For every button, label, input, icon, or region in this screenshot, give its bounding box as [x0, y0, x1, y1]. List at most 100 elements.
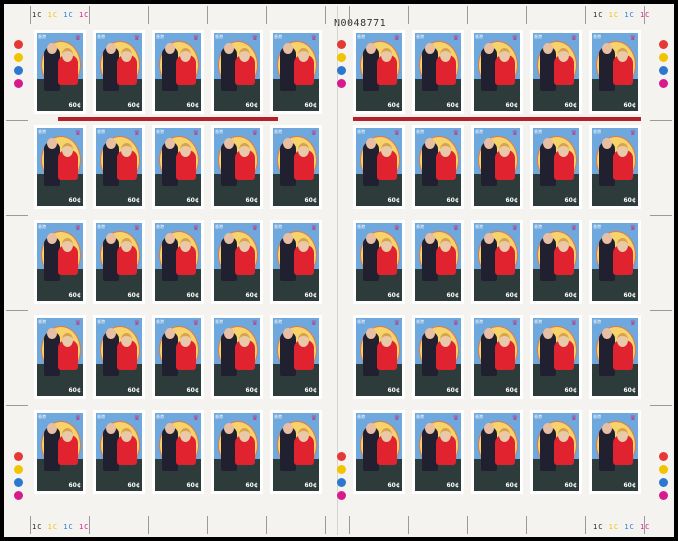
stamp-denomination: 60¢: [304, 102, 317, 109]
stamp-design: 香港 ♛ 60¢: [356, 413, 402, 491]
stamp-country-text: 香港: [38, 224, 46, 229]
perforation-guide-right: [650, 215, 672, 216]
woman-head: [298, 333, 309, 347]
perforation-guide-bottom: [585, 516, 586, 534]
stamp: 香港 ♛ 60¢: [530, 315, 582, 399]
stamp-country-text: 香港: [534, 34, 542, 39]
stamp-denomination: 60¢: [505, 292, 518, 299]
man-head: [165, 233, 175, 244]
crown-icon: ♛: [452, 319, 459, 327]
stamp-denomination: 60¢: [623, 197, 636, 204]
stamp-country-text: 香港: [156, 34, 164, 39]
stamp: 香港 ♛ 60¢: [412, 410, 464, 494]
woman-head: [558, 333, 569, 347]
crown-icon: ♛: [251, 129, 258, 137]
traffic-light-dot: [14, 478, 23, 487]
stamp-design: 香港 ♛ 60¢: [273, 33, 319, 111]
stamp: 香港 ♛ 60¢: [270, 220, 322, 304]
crown-icon: ♛: [74, 34, 81, 42]
woman-head: [617, 238, 628, 252]
stamp: 香港 ♛ 60¢: [412, 125, 464, 209]
woman-head: [239, 238, 250, 252]
stamp-country-text: 香港: [534, 319, 542, 324]
traffic-light-dot: [659, 452, 668, 461]
woman-head: [298, 48, 309, 62]
woman-head: [298, 143, 309, 157]
stamp: 香港 ♛ 60¢: [93, 125, 145, 209]
stamp-design: 香港 ♛ 60¢: [214, 33, 260, 111]
stamp-country-text: 香港: [534, 224, 542, 229]
man-head: [165, 138, 175, 149]
perforation-guide-left: [6, 310, 28, 311]
stamp-design: 香港 ♛ 60¢: [96, 128, 142, 206]
man-head: [283, 328, 293, 339]
woman-head: [239, 428, 250, 442]
stamp: 香港 ♛ 60¢: [530, 410, 582, 494]
stamp-denomination: 60¢: [186, 197, 199, 204]
traffic-light-label-part: 1C: [593, 523, 609, 531]
traffic-light-label-part: 1C: [639, 523, 651, 531]
crown-icon: ♛: [74, 129, 81, 137]
man-head: [602, 233, 612, 244]
stamp: 香港 ♛ 60¢: [34, 315, 86, 399]
man-head: [224, 233, 234, 244]
stamp-design: 香港 ♛ 60¢: [415, 223, 461, 301]
stamp-design: 香港 ♛ 60¢: [214, 223, 260, 301]
crown-icon: ♛: [133, 224, 140, 232]
perforation-guide-bottom: [644, 516, 645, 534]
stamp-country-text: 香港: [416, 224, 424, 229]
stamp: 香港 ♛ 60¢: [471, 410, 523, 494]
stamp-country-text: 香港: [274, 129, 282, 134]
stamp-denomination: 60¢: [564, 292, 577, 299]
crown-icon: ♛: [452, 414, 459, 422]
woman-head: [440, 333, 451, 347]
stamp: 香港 ♛ 60¢: [152, 410, 204, 494]
crown-icon: ♛: [570, 224, 577, 232]
traffic-light-dot: [659, 79, 668, 88]
stamp-denomination: 60¢: [127, 387, 140, 394]
crown-icon: ♛: [511, 34, 518, 42]
traffic-light-dot: [337, 66, 346, 75]
man-head: [484, 43, 494, 54]
stamp-design: 香港 ♛ 60¢: [37, 413, 83, 491]
traffic-light-dot: [14, 79, 23, 88]
crown-icon: ♛: [251, 319, 258, 327]
stamp-country-text: 香港: [274, 34, 282, 39]
crown-icon: ♛: [192, 319, 199, 327]
traffic-light-label-part: 1C: [78, 11, 90, 19]
man-head: [366, 138, 376, 149]
crown-icon: ♛: [452, 129, 459, 137]
stamp: 香港 ♛ 60¢: [93, 315, 145, 399]
traffic-light-label-part: 1C: [63, 523, 79, 531]
man-head: [366, 423, 376, 434]
stamp-country-text: 香港: [416, 34, 424, 39]
stamp-country-text: 香港: [274, 319, 282, 324]
stamp-design: 香港 ♛ 60¢: [155, 318, 201, 396]
stamp-denomination: 60¢: [446, 482, 459, 489]
man-head: [602, 43, 612, 54]
stamp-denomination: 60¢: [446, 197, 459, 204]
stamp-design: 香港 ♛ 60¢: [37, 318, 83, 396]
perforation-guide-top: [349, 6, 350, 24]
stamp: 香港 ♛ 60¢: [589, 220, 641, 304]
woman-head: [558, 143, 569, 157]
man-head: [425, 233, 435, 244]
stamp: 香港 ♛ 60¢: [353, 30, 405, 114]
stamp-denomination: 60¢: [245, 102, 258, 109]
crown-icon: ♛: [251, 224, 258, 232]
stamp-design: 香港 ♛ 60¢: [356, 223, 402, 301]
stamp-country-text: 香港: [156, 319, 164, 324]
stamp-country-text: 香港: [274, 224, 282, 229]
stamp-design: 香港 ♛ 60¢: [356, 128, 402, 206]
man-head: [106, 233, 116, 244]
stamp: 香港 ♛ 60¢: [211, 30, 263, 114]
woman-head: [440, 428, 451, 442]
stamp-design: 香港 ♛ 60¢: [474, 33, 520, 111]
perforation-guide-right: [650, 120, 672, 121]
stamp-denomination: 60¢: [245, 197, 258, 204]
man-head: [366, 328, 376, 339]
stamp-design: 香港 ♛ 60¢: [474, 128, 520, 206]
stamp: 香港 ♛ 60¢: [471, 30, 523, 114]
stamp-design: 香港 ♛ 60¢: [415, 413, 461, 491]
stamp-country-text: 香港: [475, 224, 483, 229]
